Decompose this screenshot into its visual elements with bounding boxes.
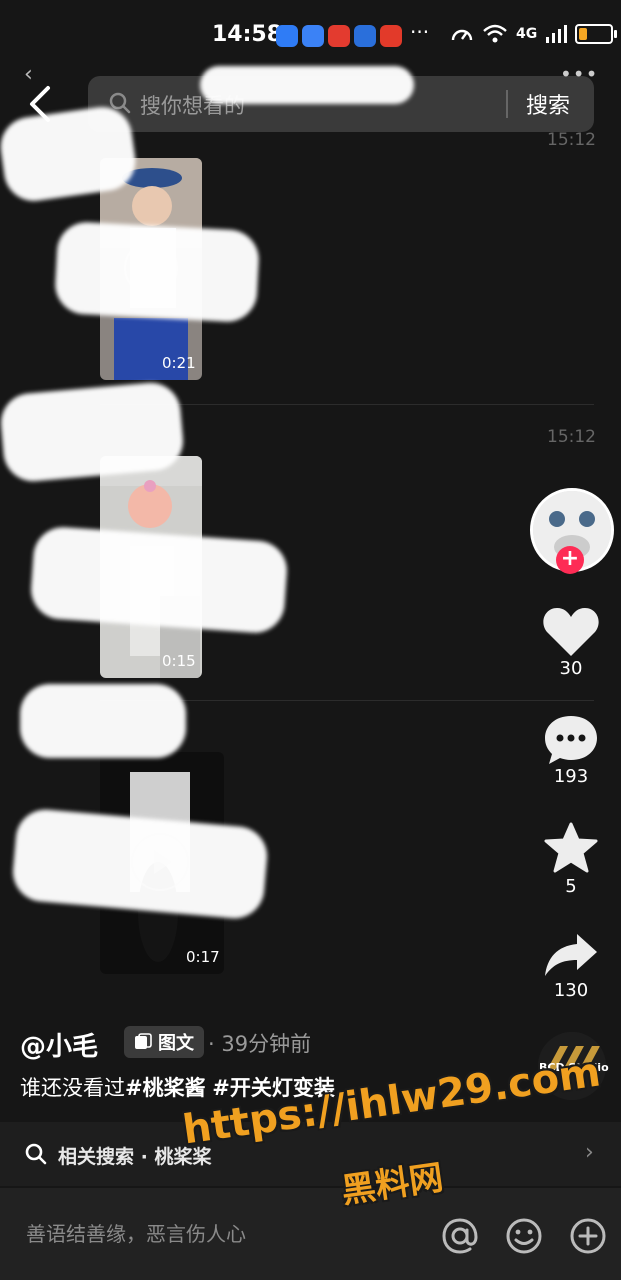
hashtag-link[interactable]: #桃桨酱 <box>125 1076 206 1100</box>
emoji-icon[interactable] <box>504 1216 544 1256</box>
caption-text: 谁还没看过 <box>20 1076 125 1100</box>
image-post-icon <box>135 1033 152 1049</box>
post-type-label: 图文 <box>158 1033 194 1054</box>
wifi-icon <box>483 24 507 43</box>
redaction-mark <box>10 807 270 921</box>
speed-icon <box>451 29 473 41</box>
battery-level <box>579 28 588 40</box>
battery-icon <box>575 24 618 44</box>
add-icon[interactable] <box>568 1216 608 1256</box>
status-indicators: 4G <box>450 24 618 44</box>
favorite-icon[interactable] <box>541 820 601 876</box>
favorite-count: 5 <box>565 876 577 897</box>
redaction-mark <box>0 380 186 484</box>
video-duration: 0:21 <box>162 354 196 372</box>
item-timestamp: 15:12 <box>547 427 596 447</box>
share-icon[interactable] <box>541 928 601 984</box>
redaction-mark <box>53 220 261 324</box>
like-count: 30 <box>559 658 583 679</box>
author-name[interactable]: @小毛 <box>20 1026 98 1063</box>
related-search-icon <box>25 1143 47 1165</box>
comment-input[interactable]: 善语结善缘，恶言伤人心 <box>26 1218 246 1247</box>
more-options-icon[interactable]: ••• <box>560 62 598 86</box>
network-type: 4G <box>516 26 538 42</box>
status-more-icon: ··· <box>410 20 430 44</box>
post-time: · 39分钟前 <box>208 1032 312 1056</box>
redaction-mark <box>29 525 289 635</box>
search-button[interactable]: 搜索 <box>526 88 570 120</box>
video-duration: 0:15 <box>162 652 196 670</box>
video-duration: 0:17 <box>186 948 220 966</box>
status-time: 14:58 <box>212 22 283 47</box>
comment-count: 193 <box>553 766 589 787</box>
signal-icon <box>546 25 568 43</box>
news-notification-icon <box>328 25 350 47</box>
shopping-notification-icon <box>380 25 402 47</box>
redaction-mark <box>200 66 414 104</box>
post-type-badge: 图文 <box>124 1026 204 1058</box>
browser-notification-icon <box>354 25 376 47</box>
like-icon[interactable] <box>541 604 601 660</box>
item-timestamp: 15:12 <box>547 130 596 150</box>
follow-button[interactable]: + <box>556 546 584 574</box>
chevron-right-icon[interactable]: › <box>585 1140 594 1165</box>
search-divider <box>506 90 508 118</box>
share-count: 130 <box>553 980 589 1001</box>
redaction-mark <box>20 684 186 758</box>
comment-icon[interactable] <box>541 712 601 768</box>
app-notification-icon <box>276 25 298 47</box>
mention-icon[interactable] <box>440 1216 480 1256</box>
message-notification-icon <box>302 25 324 47</box>
